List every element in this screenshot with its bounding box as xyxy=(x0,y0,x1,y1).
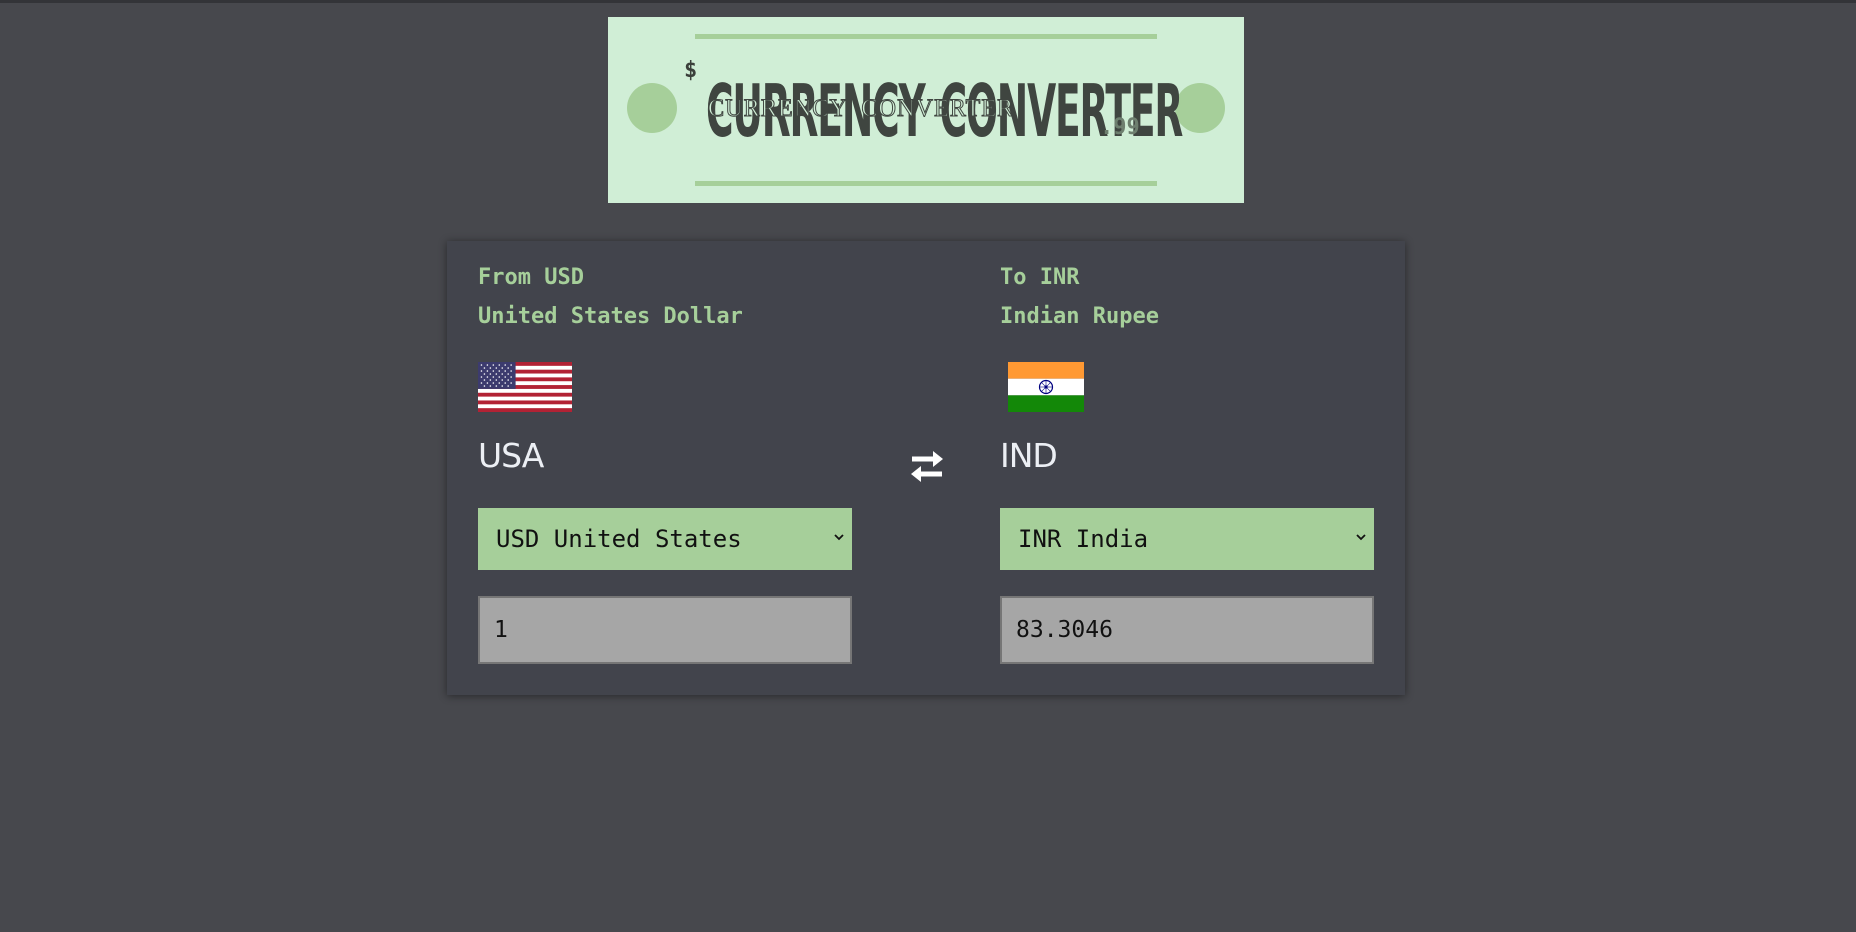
from-currency-select[interactable]: USD United States xyxy=(478,508,852,570)
us-flag-icon xyxy=(478,362,572,412)
converter-card: From USD United States Dollar USA USD Un… xyxy=(447,241,1405,695)
banner-title: CURRENCY CONVERTER CURRENCY CONVERTER xyxy=(706,67,1183,159)
to-currency-select-value: INR India xyxy=(1018,525,1149,553)
swap-arrows-icon[interactable] xyxy=(906,445,948,487)
banner-right-circle xyxy=(1175,83,1225,133)
from-amount-value: 1 xyxy=(494,617,508,643)
india-flag-icon xyxy=(1008,362,1084,412)
from-currency-name: United States Dollar xyxy=(478,304,743,329)
from-amount-input[interactable]: 1 xyxy=(478,596,852,664)
banner-bottom-rule xyxy=(695,181,1157,186)
to-currency-code: To INR xyxy=(1000,265,1080,290)
banner-top-rule xyxy=(695,34,1157,39)
banner-overlay-word1: CURRENCY xyxy=(708,95,848,123)
to-country-code: IND xyxy=(1000,436,1058,475)
banner-dollar-sign: $ xyxy=(684,58,698,83)
chevron-down-icon xyxy=(834,534,844,541)
banner-cents: .99 xyxy=(1100,115,1140,140)
banner-left-circle xyxy=(627,83,677,133)
chevron-down-icon xyxy=(1356,534,1366,541)
to-amount-value: 83.3046 xyxy=(1016,617,1113,643)
from-country-code: USA xyxy=(478,436,544,475)
to-amount-output[interactable]: 83.3046 xyxy=(1000,596,1374,664)
banner-overlay-word2: CONVERTER xyxy=(861,95,1015,123)
to-currency-select[interactable]: INR India xyxy=(1000,508,1374,570)
from-currency-code: From USD xyxy=(478,265,584,290)
from-currency-select-value: USD United States xyxy=(496,525,742,553)
banner-title-overlay: CURRENCY CONVERTER xyxy=(708,95,1028,123)
to-currency-name: Indian Rupee xyxy=(1000,304,1159,329)
currency-converter-banner: $ CURRENCY CONVERTER CURRENCY CONVERTER .… xyxy=(608,17,1244,203)
